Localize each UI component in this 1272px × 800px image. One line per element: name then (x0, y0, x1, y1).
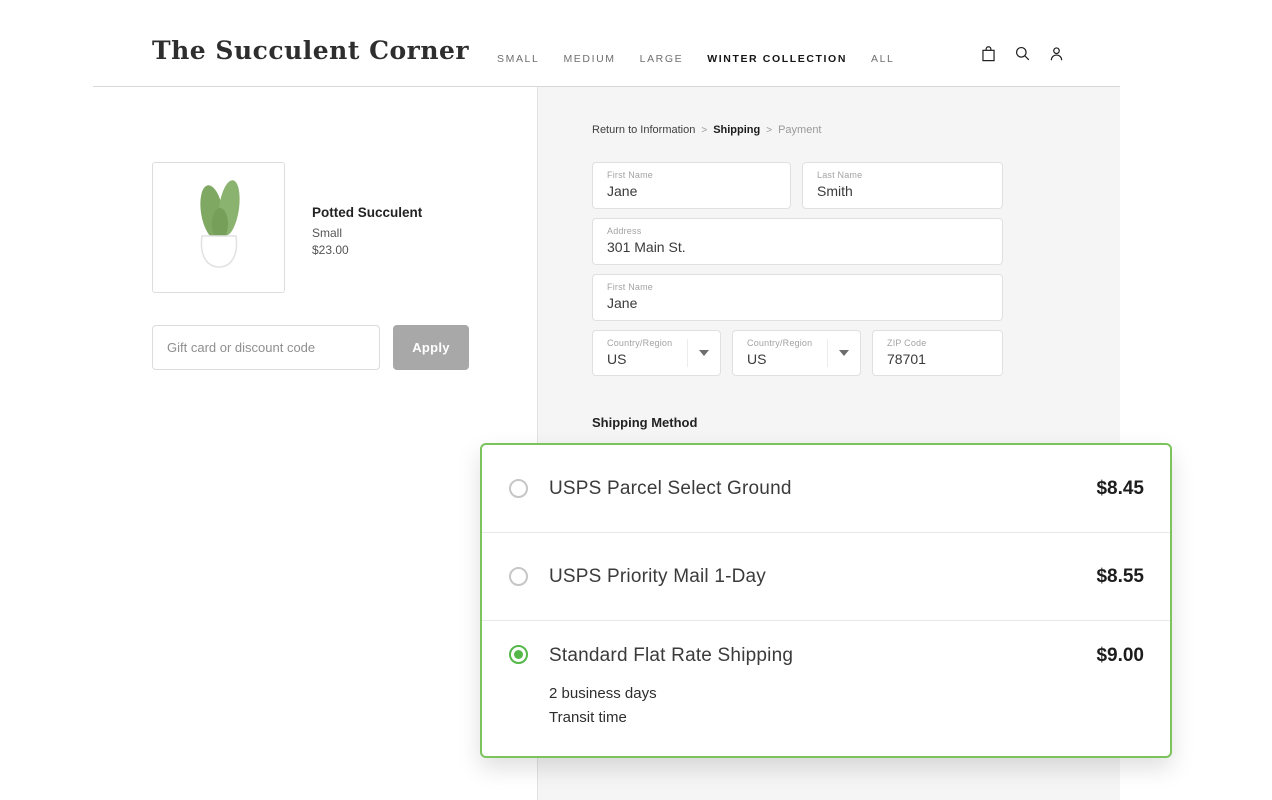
country-region-2-label: Country/Region (747, 338, 846, 348)
cart-icon[interactable] (979, 44, 998, 63)
dropdown-divider (687, 339, 688, 367)
nav-item-small[interactable]: SMALL (497, 53, 539, 65)
discount-code-input[interactable] (152, 325, 380, 370)
breadcrumb-separator-icon: > (701, 125, 707, 136)
last-name-value: Smith (817, 183, 988, 199)
nav-item-all[interactable]: ALL (871, 53, 894, 65)
address-label: Address (607, 226, 988, 236)
shipping-option-usps-parcel-select-ground[interactable]: USPS Parcel Select Ground $8.45 (482, 445, 1170, 533)
radio-unselected-icon[interactable] (509, 479, 528, 498)
product-price: $23.00 (312, 243, 422, 257)
account-icon[interactable] (1047, 44, 1066, 63)
first-name-2-value: Jane (607, 295, 988, 311)
breadcrumb-return-to-information[interactable]: Return to Information (592, 124, 695, 136)
shipping-option-standard-flat-rate[interactable]: Standard Flat Rate Shipping 2 business d… (482, 621, 1170, 756)
breadcrumb-shipping: Shipping (713, 124, 760, 136)
first-name-2-label: First Name (607, 282, 988, 292)
chevron-down-icon (699, 350, 709, 356)
shipping-option-price: $8.55 (1096, 566, 1144, 588)
country-region-dropdown-2[interactable]: Country/Region US (732, 330, 861, 376)
breadcrumb-payment[interactable]: Payment (778, 124, 821, 136)
address-value: 301 Main St. (607, 239, 988, 255)
last-name-field[interactable]: Last Name Smith (802, 162, 1003, 209)
nav-item-winter-collection[interactable]: WINTER COLLECTION (707, 53, 847, 65)
shipping-method-heading: Shipping Method (592, 415, 697, 430)
shipping-option-usps-priority-mail-1-day[interactable]: USPS Priority Mail 1-Day $8.55 (482, 533, 1170, 621)
country-region-1-label: Country/Region (607, 338, 706, 348)
header-icons (979, 44, 1066, 63)
address-field[interactable]: Address 301 Main St. (592, 218, 1003, 265)
radio-selected-icon[interactable] (509, 645, 528, 664)
transit-detail-line-2: Transit time (549, 707, 793, 728)
first-name-2-field[interactable]: First Name Jane (592, 274, 1003, 321)
search-icon[interactable] (1013, 44, 1032, 63)
dropdown-divider (827, 339, 828, 367)
header-divider (93, 86, 1120, 87)
country-region-1-value: US (607, 351, 706, 367)
breadcrumb: Return to Information > Shipping > Payme… (592, 124, 822, 136)
main-nav: SMALL MEDIUM LARGE WINTER COLLECTION ALL (497, 53, 895, 65)
shipping-option-label: USPS Priority Mail 1-Day (549, 566, 766, 588)
first-name-field[interactable]: First Name Jane (592, 162, 791, 209)
product-info: Potted Succulent Small $23.00 (312, 205, 422, 260)
chevron-down-icon (839, 350, 849, 356)
country-region-2-value: US (747, 351, 846, 367)
shipping-options-panel: USPS Parcel Select Ground $8.45 USPS Pri… (480, 443, 1172, 758)
shipping-option-label: USPS Parcel Select Ground (549, 478, 792, 500)
radio-unselected-icon[interactable] (509, 567, 528, 586)
product-variant: Small (312, 226, 422, 240)
transit-detail-line-1: 2 business days (549, 683, 793, 704)
first-name-value: Jane (607, 183, 776, 199)
shipping-option-label: Standard Flat Rate Shipping (549, 645, 793, 667)
product-thumbnail-card (152, 162, 285, 293)
country-region-dropdown-1[interactable]: Country/Region US (592, 330, 721, 376)
store-logo[interactable]: The Succulent Corner (152, 36, 469, 65)
first-name-label: First Name (607, 170, 776, 180)
last-name-label: Last Name (817, 170, 988, 180)
shipping-option-details: 2 business days Transit time (549, 680, 793, 728)
product-name: Potted Succulent (312, 205, 422, 220)
nav-item-large[interactable]: LARGE (640, 53, 684, 65)
potted-succulent-image (173, 172, 265, 284)
zip-code-field[interactable]: ZIP Code 78701 (872, 330, 1003, 376)
checkout-page: The Succulent Corner SMALL MEDIUM LARGE … (0, 0, 1272, 800)
zip-code-value: 78701 (887, 351, 988, 367)
apply-discount-button[interactable]: Apply (393, 325, 469, 370)
shipping-option-price: $9.00 (1096, 645, 1144, 667)
nav-item-medium[interactable]: MEDIUM (563, 53, 615, 65)
shipping-option-price: $8.45 (1096, 478, 1144, 500)
zip-code-label: ZIP Code (887, 338, 988, 348)
shipping-option-main: Standard Flat Rate Shipping 2 business d… (549, 645, 793, 728)
breadcrumb-separator-icon: > (766, 125, 772, 136)
